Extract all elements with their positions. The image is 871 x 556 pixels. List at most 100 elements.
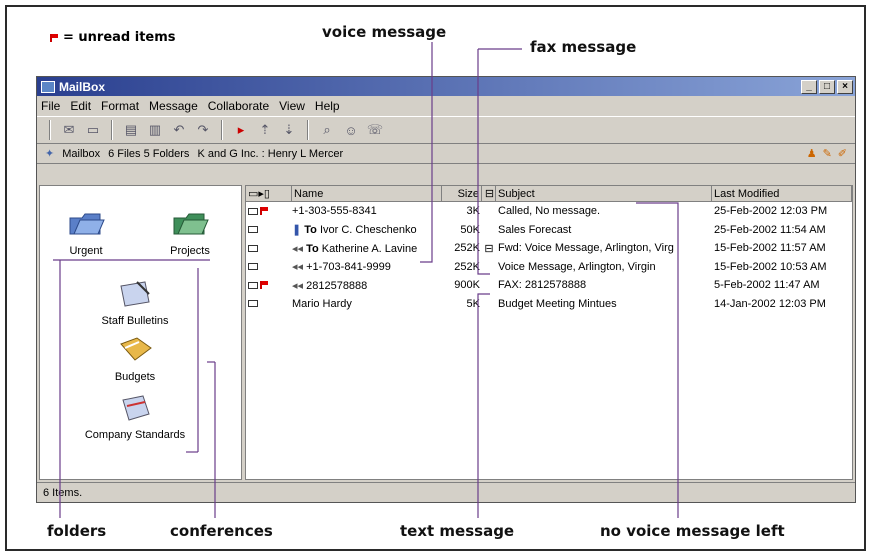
message-row[interactable]: ◂◂ +1-703-841-9999 252K Voice Message, A… <box>246 258 852 277</box>
menu-file[interactable]: File <box>41 99 60 113</box>
callout-fax-message: fax message <box>530 38 637 56</box>
envelope-icon <box>248 281 258 289</box>
message-list: ▭▸▯ Name Size ⊟ Subject Last Modified +1… <box>245 185 853 480</box>
conference-company-standards[interactable]: Company Standards <box>65 392 205 441</box>
message-sender: +1-303-555-8341 <box>292 205 442 217</box>
message-size: 3K <box>466 205 480 218</box>
to-prefix: To <box>304 224 317 237</box>
message-icons <box>246 281 292 290</box>
menu-view[interactable]: View <box>279 99 305 113</box>
folder-urgent[interactable]: Urgent <box>46 208 126 257</box>
user-icon[interactable]: ☺ <box>341 120 361 140</box>
minimize-button[interactable]: _ <box>801 79 817 94</box>
unread-flag-icon <box>260 207 268 216</box>
message-icons <box>246 207 292 216</box>
message-size: 252K <box>454 260 480 273</box>
conference-icon <box>120 281 150 307</box>
callout-folders: folders <box>47 522 107 540</box>
delete-icon[interactable]: ▥ <box>145 120 165 140</box>
menu-collaborate[interactable]: Collaborate <box>208 99 269 113</box>
voice-message-icon: ◂◂ <box>292 261 304 274</box>
menu-format[interactable]: Format <box>101 99 139 113</box>
edit-icon[interactable]: ✐ <box>838 147 847 160</box>
to-prefix: To <box>306 242 319 255</box>
menu-message[interactable]: Message <box>149 99 198 113</box>
sender-name: +1-703-841-9999 <box>306 261 391 274</box>
callout-text-message: text message <box>400 522 515 540</box>
message-size: 252K <box>454 242 480 255</box>
message-modified: 14-Jan-2002 12:03 PM <box>714 297 826 310</box>
envelope-icon <box>248 207 258 215</box>
folder-icon <box>69 213 105 235</box>
close-button[interactable]: × <box>837 79 853 94</box>
attachment-icon: ❚ <box>292 224 302 237</box>
message-modified: 5-Feb-2002 11:47 AM <box>714 279 820 292</box>
sender-name: 2812578888 <box>306 279 368 292</box>
message-modified: 15-Feb-2002 11:57 AM <box>714 242 826 255</box>
new-folder-icon[interactable]: ▭ <box>83 120 103 140</box>
thread-expand-icon[interactable]: ⊟ <box>482 242 496 255</box>
message-modified: 25-Feb-2002 12:03 PM <box>714 205 828 218</box>
callout-conferences: conferences <box>170 522 273 540</box>
unread-flag-icon <box>260 281 268 290</box>
header-subject[interactable]: Subject <box>496 186 712 201</box>
pencil-icon[interactable]: ✎ <box>823 147 832 160</box>
content-area: Urgent Projects Staff Bulletins Budgets … <box>39 185 853 480</box>
envelope-icon <box>248 226 258 234</box>
maximize-button[interactable]: □ <box>819 79 835 94</box>
message-size: 50K <box>460 223 480 236</box>
mailbox-app-icon <box>41 80 55 93</box>
envelope-icon <box>248 263 258 271</box>
header-icons-column[interactable]: ▭▸▯ <box>246 186 292 201</box>
new-message-icon[interactable]: ✉ <box>59 120 79 140</box>
fax-icon[interactable]: ☏ <box>365 120 385 140</box>
message-icons <box>246 300 292 308</box>
folder-label: Urgent <box>69 245 103 257</box>
header-modified[interactable]: Last Modified <box>712 186 852 201</box>
address-owner: K and G Inc. : Henry L Mercer <box>197 147 344 160</box>
conference-icon <box>122 395 150 421</box>
header-size[interactable]: Size <box>442 186 482 201</box>
message-row[interactable]: +1-303-555-8341 3K Called, No message. 2… <box>246 202 852 221</box>
message-sender: ◂◂ 2812578888 <box>292 279 442 292</box>
status-bar: 6 Items. <box>37 482 855 502</box>
sender-name: +1-303-555-8341 <box>292 205 377 218</box>
move-up-icon[interactable]: ⇡ <box>255 120 275 140</box>
print-icon[interactable]: ▤ <box>121 120 141 140</box>
message-subject: FAX: 2812578888 <box>498 279 587 292</box>
conference-label: Company Standards <box>84 429 186 441</box>
header-name[interactable]: Name <box>292 186 442 201</box>
message-size: 900K <box>454 279 480 292</box>
message-row[interactable]: Mario Hardy 5K Budget Meeting Mintues 14… <box>246 295 852 314</box>
address-counts: 6 Files 5 Folders <box>108 147 190 160</box>
unread-flag-icon <box>50 33 58 42</box>
message-modified: 25-Feb-2002 11:54 AM <box>714 223 826 236</box>
message-row[interactable]: ◂◂ To Katherine A. Lavine 252K ⊟ Fwd: Vo… <box>246 239 852 258</box>
message-sender: ❚ To Ivor C. Cheschenko <box>292 223 442 236</box>
message-row[interactable]: ❚ To Ivor C. Cheschenko 50K Sales Foreca… <box>246 221 852 240</box>
title-bar[interactable]: MailBox _ □ × <box>37 77 855 96</box>
flag-icon[interactable]: ▸ <box>231 120 251 140</box>
conference-staff-bulletins[interactable]: Staff Bulletins <box>80 278 190 327</box>
forward-icon[interactable]: ↷ <box>193 120 213 140</box>
message-subject: Voice Message, Arlington, Virgin <box>498 260 656 273</box>
search-icon[interactable]: ⌕ <box>317 120 337 140</box>
folder-icon <box>173 213 209 235</box>
message-sender: Mario Hardy <box>292 298 442 310</box>
reply-icon[interactable]: ↶ <box>169 120 189 140</box>
message-row[interactable]: ◂◂ 2812578888 900K FAX: 2812578888 5-Feb… <box>246 276 852 295</box>
legend-text: = unread items <box>63 30 176 45</box>
conference-budgets[interactable]: Budgets <box>80 334 190 383</box>
folder-pane: Urgent Projects Staff Bulletins Budgets … <box>39 185 242 480</box>
move-down-icon[interactable]: ⇣ <box>279 120 299 140</box>
message-modified: 15-Feb-2002 10:53 AM <box>714 260 827 273</box>
users-icon[interactable]: ♟ <box>807 147 817 160</box>
folder-projects[interactable]: Projects <box>150 208 230 257</box>
menu-edit[interactable]: Edit <box>70 99 91 113</box>
callout-no-voice-message-left: no voice message left <box>600 522 785 540</box>
header-expand[interactable]: ⊟ <box>482 186 496 201</box>
menu-help[interactable]: Help <box>315 99 340 113</box>
message-size: 5K <box>466 297 480 310</box>
address-bar: ✦ Mailbox 6 Files 5 Folders K and G Inc.… <box>37 144 855 164</box>
folder-label: Projects <box>170 245 210 257</box>
